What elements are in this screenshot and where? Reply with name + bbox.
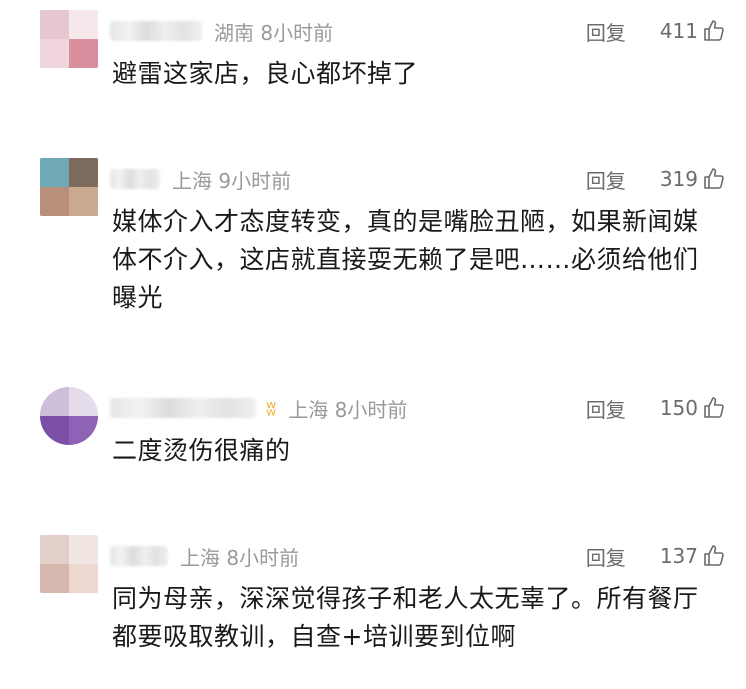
reply-button[interactable]: 回复 (586, 542, 626, 571)
comment-meta: ʬ 上海 8小时前 回复 150 (110, 393, 726, 423)
comment-meta: 湖南 8小时前 回复 411 (110, 16, 726, 46)
avatar[interactable] (40, 10, 98, 68)
location-time: 湖南 8小时前 (214, 20, 334, 45)
thumbs-up-icon[interactable] (702, 544, 726, 568)
avatar[interactable] (40, 158, 98, 216)
thumbs-up-icon[interactable] (702, 167, 726, 191)
fan-badge-icon: ʬ (266, 396, 277, 420)
comment-text: 避雷这家店，良心都坏掉了 (112, 59, 419, 88)
thumbs-up-icon[interactable] (702, 19, 726, 43)
location-time: 上海 8小时前 (180, 545, 300, 570)
comment-meta: 上海 8小时前 回复 137 (110, 541, 726, 571)
username-blurred[interactable] (110, 169, 160, 189)
thumbs-up-icon[interactable] (702, 396, 726, 420)
comment-text: 同为母亲，深深觉得孩子和老人太无辜了。所有餐厅都要吸取教训，自查+培训要到位啊 (112, 584, 699, 651)
avatar[interactable] (40, 387, 98, 445)
location-time: 上海 9小时前 (172, 168, 292, 193)
username-blurred[interactable] (110, 398, 256, 418)
reply-button[interactable]: 回复 (586, 394, 626, 423)
like-count: 411 (659, 19, 698, 43)
comment-text: 二度烫伤很痛的 (112, 436, 291, 465)
username-blurred[interactable] (110, 546, 168, 566)
like-count: 319 (659, 167, 698, 191)
location-time: 上海 8小时前 (288, 397, 408, 422)
like-count: 137 (659, 544, 698, 568)
reply-button[interactable]: 回复 (586, 165, 626, 194)
reply-button[interactable]: 回复 (586, 17, 626, 46)
comment-text: 媒体介入才态度转变，真的是嘴脸丑陋，如果新闻媒体不介入，这店就直接耍无赖了是吧…… (112, 207, 699, 312)
like-count: 150 (659, 396, 698, 420)
avatar[interactable] (40, 535, 98, 593)
username-blurred[interactable] (110, 21, 202, 41)
comment-meta: 上海 9小时前 回复 319 (110, 164, 726, 194)
